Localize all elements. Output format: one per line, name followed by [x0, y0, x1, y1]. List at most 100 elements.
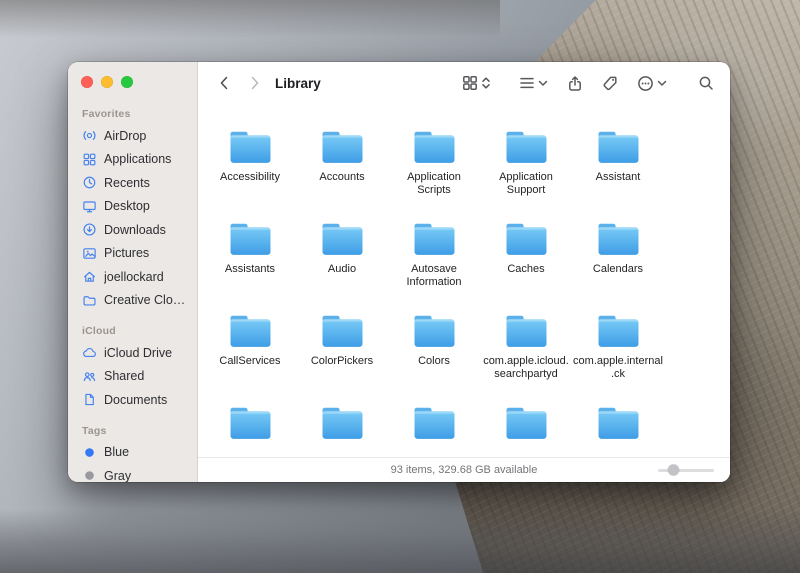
view-control[interactable] — [462, 75, 491, 91]
sidebar-section: Tags Blue Gray — [68, 425, 197, 483]
folder-icon — [226, 128, 275, 167]
folder-application-support[interactable]: Application Support — [480, 120, 572, 212]
folder-com-apple-icloud-searchpartyd[interactable]: com.apple.icloud.searchpartyd — [480, 304, 572, 396]
folder-caches[interactable]: Caches — [480, 212, 572, 304]
zoom-slider-knob[interactable] — [668, 465, 679, 476]
folder-icon — [594, 404, 643, 443]
sidebar-item-icloud-drive[interactable]: iCloud Drive — [73, 341, 192, 365]
zoom-button[interactable] — [121, 76, 133, 88]
tag-icon — [602, 75, 618, 91]
sidebar-sections: Favorites AirDrop Applications Recents D… — [68, 108, 197, 482]
zoom-slider[interactable] — [658, 458, 714, 482]
sidebar-item-joellockard[interactable]: joellockard — [73, 265, 192, 289]
folder-autosave-information[interactable]: Autosave Information — [388, 212, 480, 304]
wallpaper-rock-top — [0, 0, 500, 38]
folder-icon — [502, 220, 551, 259]
status-bar: 93 items, 329.68 GB available — [198, 457, 730, 482]
tag-dot-icon — [81, 444, 97, 460]
folder-icon — [502, 128, 551, 167]
folder-icon — [410, 404, 459, 443]
folder-label: com.apple.internal.ck — [573, 355, 663, 381]
sidebar-item-creative-clo[interactable]: Creative Clo… — [73, 289, 192, 313]
documents-icon — [81, 392, 97, 408]
folder-colors[interactable]: Colors — [388, 304, 480, 396]
folder[interactable] — [204, 396, 296, 457]
sidebar-section-title: Favorites — [68, 108, 197, 124]
folder-application-scripts[interactable]: Application Scripts — [388, 120, 480, 212]
folder-label: Autosave Information — [389, 263, 479, 289]
sidebar-item-desktop[interactable]: Desktop — [73, 195, 192, 219]
folder-colorpickers[interactable]: ColorPickers — [296, 304, 388, 396]
sidebar-section-title: Tags — [68, 425, 197, 441]
folder-accounts[interactable]: Accounts — [296, 120, 388, 212]
finder-window: Favorites AirDrop Applications Recents D… — [68, 62, 730, 482]
ellipsis-circle-icon — [637, 75, 654, 92]
folder-accessibility[interactable]: Accessibility — [204, 120, 296, 212]
close-button[interactable] — [81, 76, 93, 88]
folder-label: Caches — [507, 263, 544, 276]
folder-label: Calendars — [593, 263, 643, 276]
folder[interactable] — [572, 396, 664, 457]
folder-assistant[interactable]: Assistant — [572, 120, 664, 212]
sidebar-section-list: AirDrop Applications Recents Desktop Dow… — [68, 124, 197, 312]
folder[interactable] — [388, 396, 480, 457]
search-button[interactable] — [698, 75, 714, 91]
folder-grid: Accessibility Accounts Application Scrip… — [198, 104, 730, 457]
sidebar-item-downloads[interactable]: Downloads — [73, 218, 192, 242]
sidebar-item-gray[interactable]: Gray — [73, 464, 192, 482]
sidebar-item-documents[interactable]: Documents — [73, 388, 192, 412]
folder-label: Accessibility — [220, 171, 280, 184]
airdrop-icon — [81, 128, 97, 144]
folder[interactable] — [480, 396, 572, 457]
chevron-down-icon — [538, 80, 548, 87]
folder-label: Assistant — [596, 171, 641, 184]
folder-label: Application Scripts — [389, 171, 479, 197]
folder-label: Colors — [418, 355, 450, 368]
tags-button[interactable] — [602, 75, 618, 91]
folder-label: com.apple.icloud.searchpartyd — [481, 355, 571, 381]
folder-assistants[interactable]: Assistants — [204, 212, 296, 304]
sidebar-item-blue[interactable]: Blue — [73, 441, 192, 465]
share-button[interactable] — [567, 75, 583, 92]
icloud-icon — [81, 345, 97, 361]
share-icon — [567, 75, 583, 92]
folder-icon — [318, 128, 367, 167]
group-list-icon — [519, 75, 535, 91]
chevron-down-icon — [657, 80, 667, 87]
home-icon — [81, 269, 97, 285]
pictures-icon — [81, 245, 97, 261]
sidebar-section: iCloud iCloud Drive Shared Documents — [68, 325, 197, 412]
sidebar: Favorites AirDrop Applications Recents D… — [68, 62, 198, 482]
up-down-chevrons-icon — [481, 76, 491, 90]
back-button[interactable] — [212, 71, 236, 95]
search-icon — [698, 75, 714, 91]
sidebar-section-title: iCloud — [68, 325, 197, 341]
chevron-right-icon — [247, 75, 262, 91]
recents-icon — [81, 175, 97, 191]
sidebar-item-airdrop[interactable]: AirDrop — [73, 124, 192, 148]
wallpaper-rock-bottom — [0, 509, 800, 573]
folder-com-apple-internal-ck[interactable]: com.apple.internal.ck — [572, 304, 664, 396]
group-control[interactable] — [519, 75, 548, 91]
shared-icon — [81, 368, 97, 384]
folder-calendars[interactable]: Calendars — [572, 212, 664, 304]
folder-icon — [502, 404, 551, 443]
folder[interactable] — [296, 396, 388, 457]
folder-audio[interactable]: Audio — [296, 212, 388, 304]
sidebar-item-shared[interactable]: Shared — [73, 365, 192, 389]
folder-icon — [226, 220, 275, 259]
chevron-left-icon — [217, 75, 232, 91]
forward-button[interactable] — [242, 71, 266, 95]
sidebar-item-recents[interactable]: Recents — [73, 171, 192, 195]
folder-icon — [226, 404, 275, 443]
sidebar-item-applications[interactable]: Applications — [73, 148, 192, 172]
main-pane: Library — [198, 62, 730, 482]
folder-label: Audio — [328, 263, 356, 276]
folder-callservices[interactable]: CallServices — [204, 304, 296, 396]
sidebar-item-pictures[interactable]: Pictures — [73, 242, 192, 266]
folder-label: Accounts — [319, 171, 364, 184]
zoom-slider-track[interactable] — [658, 469, 714, 472]
downloads-icon — [81, 222, 97, 238]
more-button[interactable] — [637, 75, 667, 92]
minimize-button[interactable] — [101, 76, 113, 88]
